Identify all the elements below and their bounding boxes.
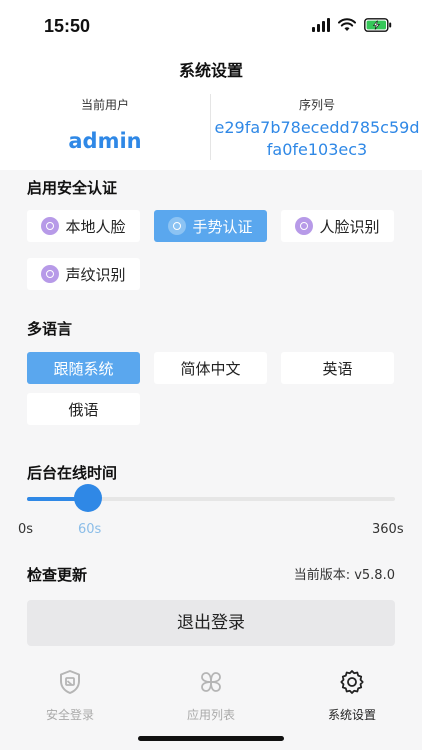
serial-column: 序列号 e29fa7b78ecedd785c59dfa0fe103ec3 <box>212 90 422 170</box>
status-bar: 15:50 <box>0 0 422 52</box>
user-info-panel: 当前用户 admin 序列号 e29fa7b78ecedd785c59dfa0f… <box>0 90 422 170</box>
battery-charging-icon <box>364 18 392 32</box>
face-recognition-icon <box>295 217 314 235</box>
security-option-label: 手势认证 <box>192 217 253 236</box>
background-time-title: 后台在线时间 <box>27 464 118 482</box>
status-time: 15:50 <box>44 16 91 36</box>
app-grid-icon <box>201 672 221 692</box>
tab-label: 应用列表 <box>186 708 235 722</box>
language-option-label: 俄语 <box>68 400 99 419</box>
check-update-row[interactable]: 检查更新 当前版本: v5.8.0 <box>27 562 395 586</box>
language-section-title: 多语言 <box>27 320 73 338</box>
shield-icon <box>60 670 80 694</box>
voiceprint-icon <box>41 265 60 283</box>
slider-thumb[interactable] <box>74 484 102 512</box>
language-option-simplified-chinese[interactable]: 简体中文 <box>154 352 267 384</box>
language-option-russian[interactable]: 俄语 <box>27 393 140 425</box>
logout-button[interactable]: 退出登录 <box>27 600 395 646</box>
serial-label: 序列号 <box>298 98 335 112</box>
security-option-voiceprint[interactable]: 声纹识别 <box>27 258 140 290</box>
background-time-slider[interactable] <box>27 484 395 512</box>
slider-current-label: 60s <box>78 522 102 537</box>
tab-label: 系统设置 <box>327 708 376 722</box>
tab-label: 安全登录 <box>45 708 94 722</box>
security-option-label: 本地人脸 <box>65 217 126 236</box>
language-option-label: 简体中文 <box>180 359 241 378</box>
serial-value: e29fa7b78ecedd785c59dfa0fe103ec3 <box>214 118 420 159</box>
security-option-label: 声纹识别 <box>65 265 126 284</box>
current-user-column: 当前用户 admin <box>0 90 210 170</box>
divider <box>210 94 211 160</box>
wifi-icon <box>338 18 356 31</box>
language-option-label: 英语 <box>322 359 353 378</box>
tab-app-list[interactable]: 应用列表 <box>141 668 281 723</box>
page-title: 系统设置 <box>178 61 243 80</box>
face-icon <box>41 217 60 235</box>
security-option-local-face[interactable]: 本地人脸 <box>27 210 140 242</box>
language-option-english[interactable]: 英语 <box>281 352 394 384</box>
security-section-title: 启用安全认证 <box>27 179 118 197</box>
security-option-label: 人脸识别 <box>319 217 380 236</box>
current-user-label: 当前用户 <box>80 98 129 112</box>
security-option-gesture[interactable]: 手势认证 <box>154 210 267 242</box>
status-icons <box>312 18 392 32</box>
language-option-label: 跟随系统 <box>53 359 114 378</box>
security-option-face-recognition[interactable]: 人脸识别 <box>281 210 394 242</box>
gear-icon <box>340 670 364 694</box>
signal-icon <box>312 18 330 32</box>
nav-bar: 系统设置 <box>0 52 422 90</box>
home-indicator <box>138 736 284 741</box>
check-update-label: 检查更新 <box>27 566 88 584</box>
current-user-value: admin <box>68 129 142 153</box>
tab-secure-login[interactable]: 安全登录 <box>0 668 140 723</box>
tab-system-settings[interactable]: 系统设置 <box>282 668 422 723</box>
current-version: 当前版本: v5.8.0 <box>293 568 395 583</box>
language-option-follow-system[interactable]: 跟随系统 <box>27 352 140 384</box>
slider-max-label: 360s <box>372 522 404 537</box>
gesture-icon <box>168 217 187 235</box>
slider-min-label: 0s <box>18 522 34 537</box>
